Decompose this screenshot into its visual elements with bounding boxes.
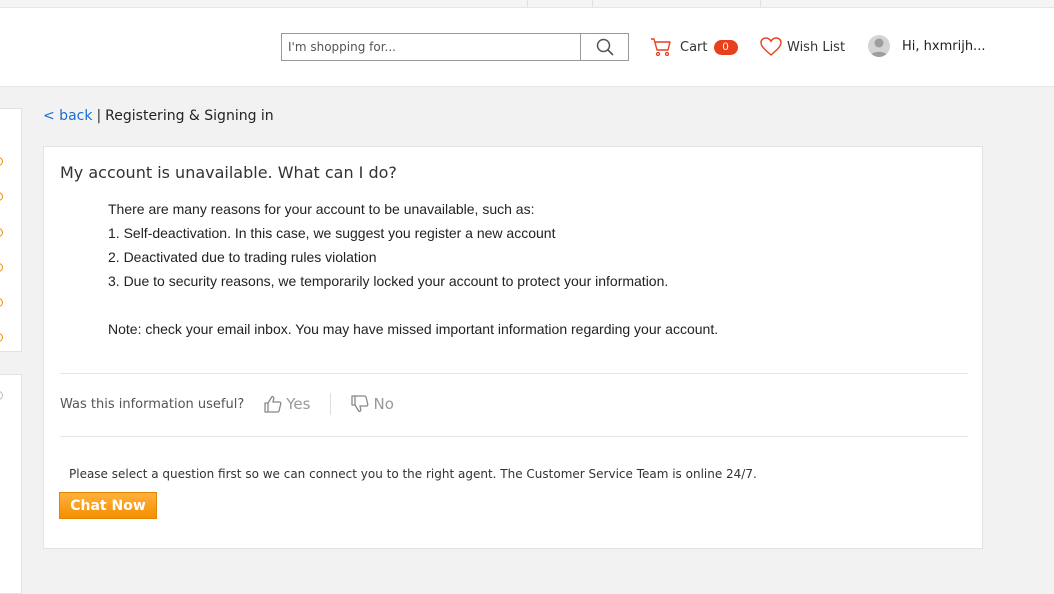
chat-now-button[interactable]: Chat Now	[59, 492, 157, 519]
search-button[interactable]	[580, 34, 628, 60]
feedback-bar: Was this information useful? Yes No	[60, 393, 394, 415]
back-link[interactable]: < back	[43, 108, 92, 124]
article-line: 3. Due to security reasons, we temporari…	[108, 273, 669, 289]
feedback-yes-label: Yes	[286, 395, 311, 413]
top-bar-divider	[527, 0, 528, 7]
article-body: There are many reasons for your account …	[108, 197, 718, 341]
sidebar-expand-icon[interactable]	[0, 157, 3, 166]
sidebar-expand-icon[interactable]	[0, 298, 3, 307]
article-line: 2. Deactivated due to trading rules viol…	[108, 249, 377, 265]
cart-icon	[651, 38, 671, 57]
sidebar-secondary-menu	[0, 374, 22, 594]
cart-link[interactable]: Cart 0	[650, 36, 738, 58]
sidebar-expand-icon[interactable]	[0, 263, 3, 272]
site-header: Cart 0 Wish List Hi, hxmrijh...	[0, 8, 1054, 87]
heart-icon	[760, 37, 782, 56]
top-bar-divider	[760, 0, 761, 7]
article-title: My account is unavailable. What can I do…	[60, 163, 397, 182]
divider	[60, 436, 968, 437]
article-line: There are many reasons for your account …	[108, 201, 535, 217]
article-note: Note: check your email inbox. You may ha…	[108, 321, 719, 337]
divider	[60, 373, 968, 374]
sidebar-expand-icon[interactable]	[0, 228, 3, 237]
feedback-question: Was this information useful?	[60, 396, 245, 412]
sidebar-expand-icon[interactable]	[0, 391, 3, 400]
feedback-yes-button[interactable]: Yes	[264, 395, 310, 413]
wishlist-label: Wish List	[787, 39, 846, 55]
user-icon	[870, 38, 888, 57]
sidebar-menu	[0, 108, 22, 352]
cart-count-badge: 0	[713, 39, 738, 55]
feedback-divider	[330, 393, 332, 415]
cart-label: Cart	[680, 39, 708, 55]
feedback-no-button[interactable]: No	[351, 395, 394, 413]
breadcrumb: < back | Registering & Signing in	[43, 108, 274, 124]
search-box	[281, 33, 629, 61]
sidebar-expand-icon[interactable]	[0, 192, 3, 201]
thumbs-down-icon	[351, 395, 369, 413]
article-card: My account is unavailable. What can I do…	[43, 146, 983, 549]
article-line: 1. Self-deactivation. In this case, we s…	[108, 225, 556, 241]
wishlist-link[interactable]: Wish List	[760, 36, 845, 58]
search-input[interactable]	[282, 34, 580, 60]
sidebar-expand-icon[interactable]	[0, 333, 3, 342]
support-notice: Please select a question first so we can…	[69, 467, 757, 481]
avatar	[868, 35, 890, 57]
top-utility-bar	[0, 0, 1054, 8]
user-greeting: Hi, hxmrijh...	[902, 38, 986, 54]
breadcrumb-separator: |	[96, 108, 102, 124]
user-menu[interactable]: Hi, hxmrijh...	[868, 33, 985, 59]
top-bar-divider	[592, 0, 593, 7]
thumbs-up-icon	[264, 395, 282, 413]
breadcrumb-current: Registering & Signing in	[105, 108, 274, 124]
feedback-no-label: No	[373, 395, 394, 413]
search-icon	[596, 38, 614, 56]
